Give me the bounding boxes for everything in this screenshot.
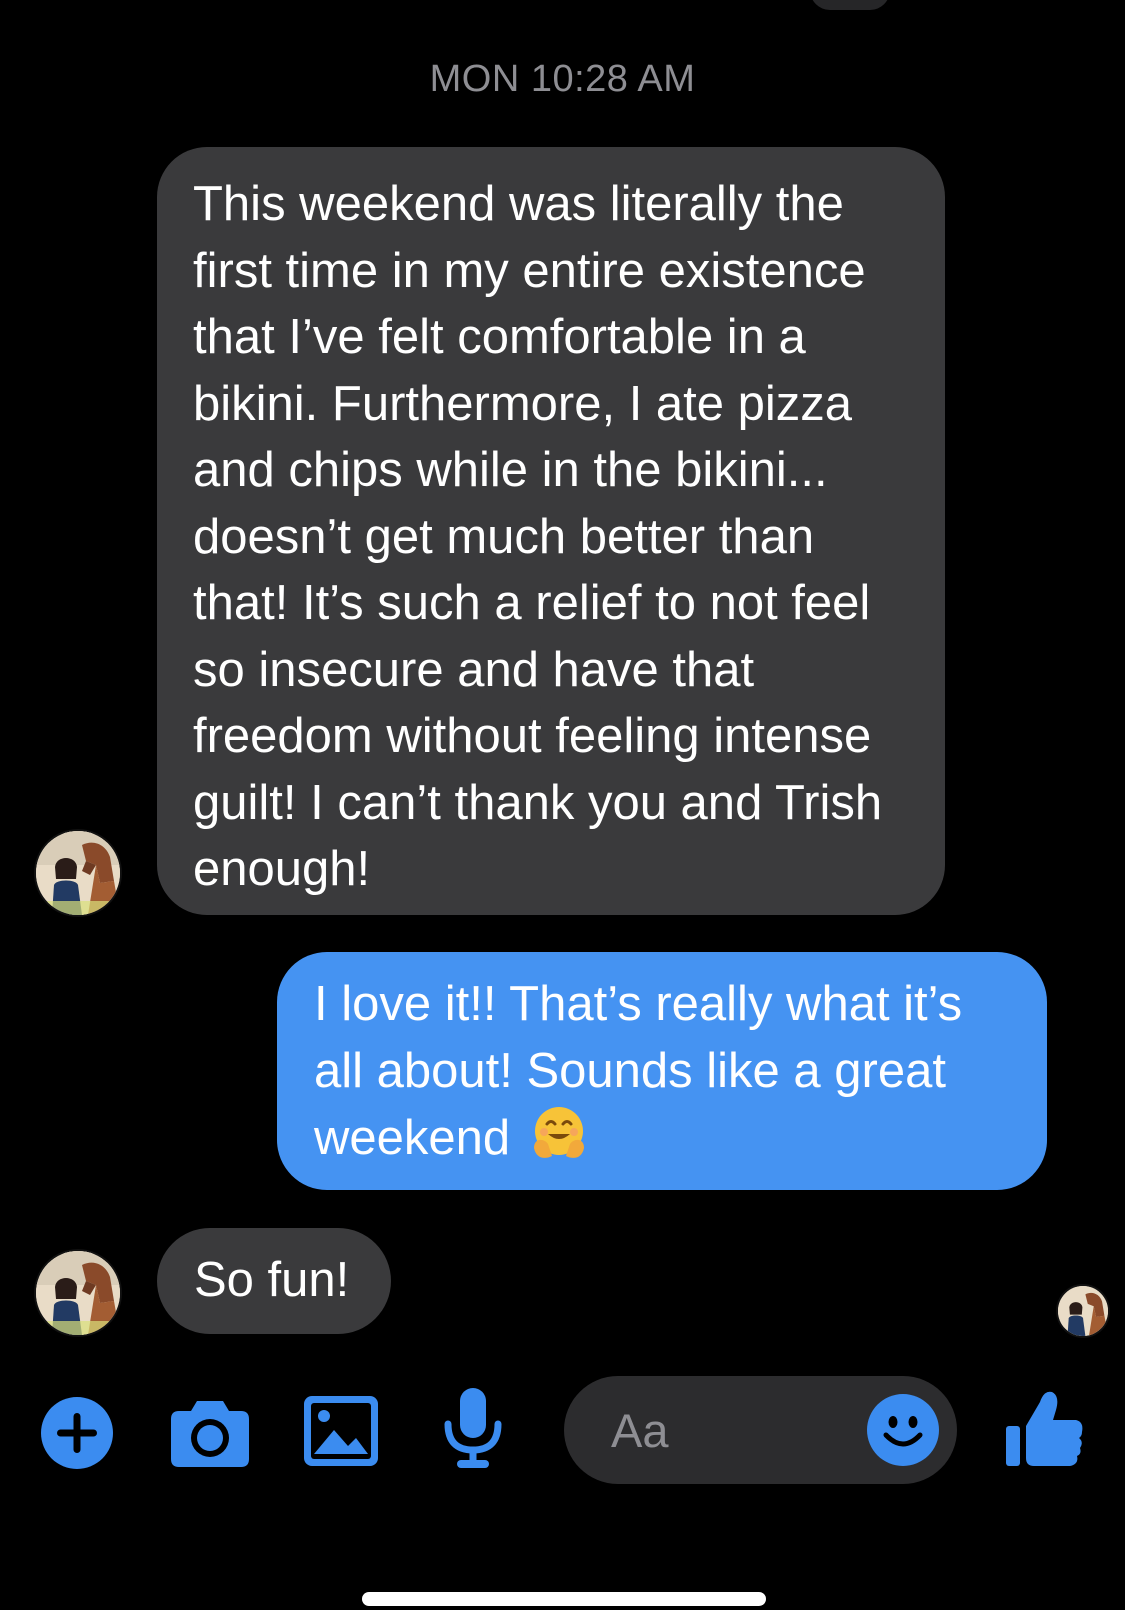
previous-message-bubble-edge (810, 0, 890, 10)
hugging-face-icon (530, 1104, 588, 1162)
avatar-photo-icon (36, 831, 120, 915)
microphone-icon (444, 1388, 502, 1468)
smiley-icon (867, 1394, 939, 1466)
contact-avatar[interactable] (36, 1251, 120, 1335)
image-icon (304, 1396, 378, 1466)
message-text: I love it!! That’s really what it’s all … (314, 977, 963, 1165)
thumbs-up-icon (1006, 1391, 1083, 1466)
outgoing-message-bubble[interactable]: I love it!! That’s really what it’s all … (277, 952, 1047, 1190)
plus-icon (41, 1397, 113, 1469)
photo-gallery-button[interactable] (304, 1396, 378, 1466)
avatar-photo-icon (36, 1251, 120, 1335)
home-indicator[interactable] (362, 1592, 766, 1606)
message-composer[interactable] (564, 1376, 957, 1484)
message-input[interactable] (611, 1398, 851, 1462)
incoming-message-bubble[interactable]: So fun! (157, 1228, 391, 1334)
camera-icon (171, 1401, 249, 1467)
message-text: This weekend was literally the first tim… (193, 177, 883, 896)
incoming-message-bubble[interactable]: This weekend was literally the first tim… (157, 147, 945, 915)
contact-avatar[interactable] (36, 831, 120, 915)
camera-button[interactable] (171, 1395, 249, 1467)
emoji-button[interactable] (866, 1393, 940, 1467)
avatar-photo-icon (1058, 1286, 1108, 1336)
message-text: So fun! (194, 1253, 350, 1307)
message-timestamp: MON 10:28 AM (429, 58, 696, 100)
read-receipt-avatar (1058, 1286, 1108, 1336)
like-button[interactable] (1006, 1388, 1084, 1468)
plus-button[interactable] (40, 1396, 114, 1470)
voice-message-button[interactable] (443, 1388, 503, 1470)
